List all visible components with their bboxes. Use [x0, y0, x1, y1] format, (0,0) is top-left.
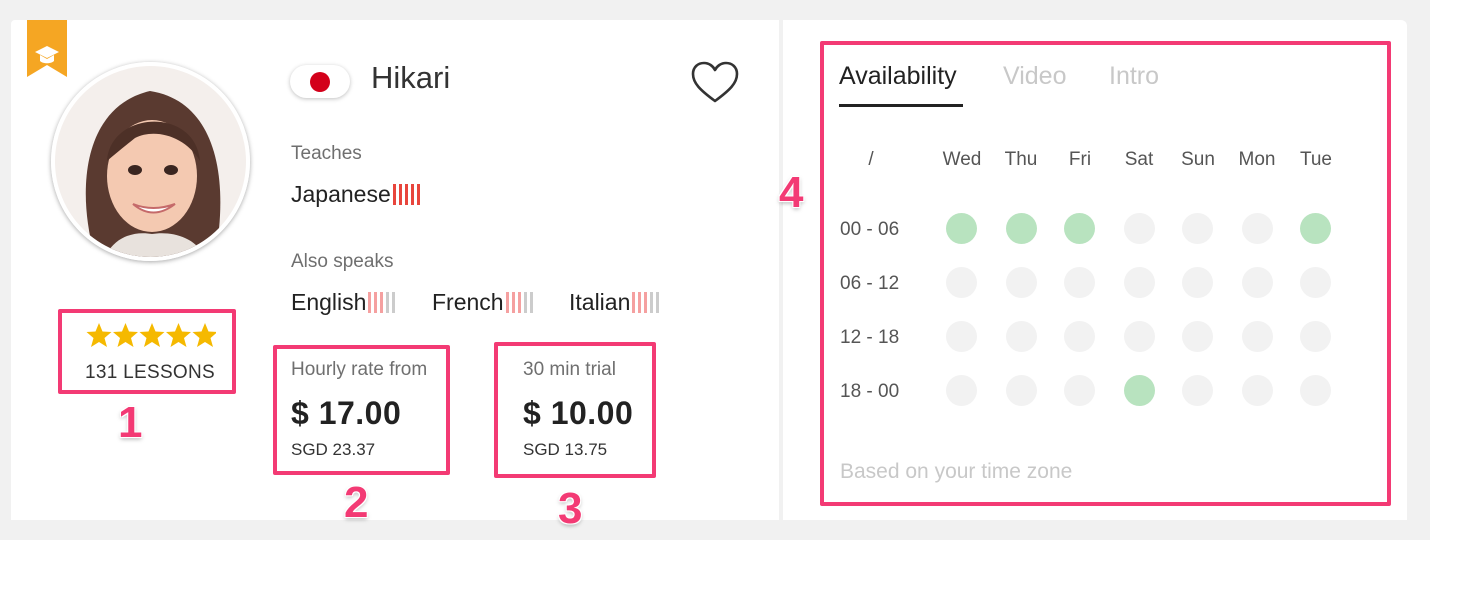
trial-local: SGD 13.75	[523, 440, 608, 459]
tab-video[interactable]: Video	[1003, 62, 1067, 91]
annotation-number-1: 1	[118, 398, 143, 447]
availability-slot-available	[946, 213, 977, 244]
day-header: Thu	[1004, 149, 1038, 170]
availability-slot-unavailable	[1182, 321, 1213, 352]
day-header: Tue	[1299, 149, 1333, 170]
availability-slot-unavailable	[1124, 213, 1155, 244]
availability-slot-unavailable	[1300, 267, 1331, 298]
tutor-name[interactable]: Hikari	[371, 60, 450, 96]
tab-availability[interactable]: Availability	[839, 62, 957, 91]
availability-slot-unavailable	[1064, 375, 1095, 406]
day-header: Mon	[1238, 149, 1276, 170]
language-level-bars	[368, 289, 398, 316]
star-icon	[192, 323, 216, 347]
day-header: Fri	[1068, 149, 1092, 170]
time-slot-label: 18 - 00	[840, 381, 900, 402]
availability-slot-available	[1124, 375, 1155, 406]
day-header: Sun	[1181, 149, 1215, 170]
language-name: Italian	[569, 289, 631, 315]
rating-stars	[86, 323, 216, 347]
availability-slot-unavailable	[1182, 267, 1213, 298]
time-slot-label: 06 - 12	[840, 273, 900, 294]
availability-slot-available	[1064, 213, 1095, 244]
also-speaks-language: Italian	[569, 289, 662, 316]
availability-slot-unavailable	[1300, 375, 1331, 406]
annotation-number-4: 4	[779, 168, 804, 217]
star-icon	[113, 323, 138, 347]
availability-slot-unavailable	[1242, 267, 1273, 298]
availability-slot-unavailable	[1064, 267, 1095, 298]
star-icon	[139, 323, 165, 347]
japan-flag-icon	[290, 65, 350, 98]
time-slot-label: 12 - 18	[840, 327, 900, 348]
language-level-bars	[392, 181, 423, 208]
availability-slot-unavailable	[946, 375, 977, 406]
language-name: French	[432, 289, 504, 315]
trial-label: 30 min trial	[523, 359, 616, 380]
day-header: Sat	[1124, 149, 1154, 170]
teaches-label: Teaches	[291, 143, 362, 164]
availability-slot-available	[1006, 213, 1037, 244]
also-speaks-language: French	[432, 289, 536, 316]
lessons-count: 131 LESSONS	[84, 362, 216, 383]
availability-slot-unavailable	[1242, 321, 1273, 352]
language-name: Japanese	[291, 181, 391, 207]
availability-slot-unavailable	[1242, 213, 1273, 244]
availability-slot-unavailable	[1182, 375, 1213, 406]
day-header: Wed	[942, 149, 982, 170]
hourly-rate-price: $ 17.00	[291, 395, 402, 431]
availability-slot-unavailable	[1006, 321, 1037, 352]
availability-slot-available	[1300, 213, 1331, 244]
hourly-rate-label: Hourly rate from	[291, 359, 428, 380]
availability-slot-unavailable	[946, 321, 977, 352]
availability-slot-unavailable	[1242, 375, 1273, 406]
hourly-rate-local: SGD 23.37	[291, 440, 376, 459]
annotation-number-3: 3	[558, 484, 583, 533]
also-speaks-language: English	[291, 289, 398, 316]
language-level-bars	[505, 289, 536, 316]
availability-slot-unavailable	[1006, 267, 1037, 298]
availability-slot-unavailable	[1124, 321, 1155, 352]
language-name: English	[291, 289, 367, 315]
active-tab-indicator	[839, 104, 963, 107]
also-speaks-label: Also speaks	[291, 251, 394, 272]
teaches-language: Japanese	[291, 181, 423, 208]
graduation-cap-icon	[27, 20, 67, 77]
tutor-avatar[interactable]	[51, 62, 250, 261]
avatar-portrait	[55, 66, 246, 257]
trial-price: $ 10.00	[523, 395, 634, 431]
tab-intro[interactable]: Intro	[1109, 62, 1159, 91]
availability-slot-unavailable	[1006, 375, 1037, 406]
availability-slot-unavailable	[946, 267, 977, 298]
heart-icon[interactable]	[690, 60, 740, 104]
availability-slot-unavailable	[1182, 213, 1213, 244]
availability-slot-unavailable	[1064, 321, 1095, 352]
annotation-number-2: 2	[344, 478, 369, 527]
corner-label: /	[868, 149, 874, 170]
star-icon	[166, 323, 191, 347]
language-level-bars	[632, 289, 662, 316]
star-icon	[86, 323, 112, 347]
timezone-note: Based on your time zone	[840, 460, 1073, 483]
time-slot-label: 00 - 06	[840, 219, 900, 240]
availability-slot-unavailable	[1300, 321, 1331, 352]
availability-slot-unavailable	[1124, 267, 1155, 298]
